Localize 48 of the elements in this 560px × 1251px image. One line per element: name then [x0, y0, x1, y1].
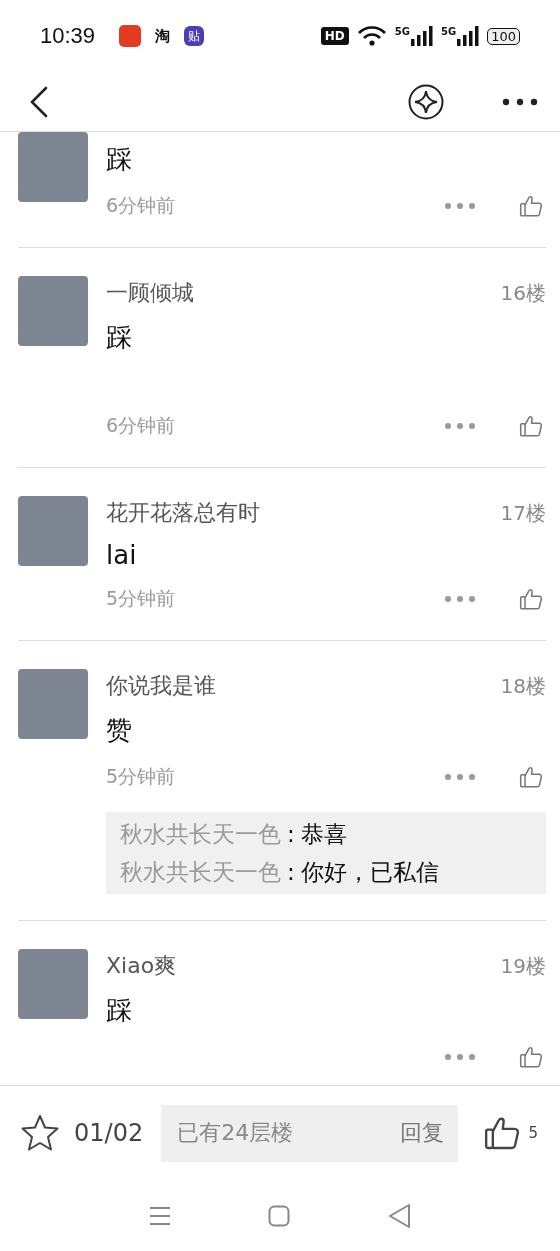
username[interactable]: 你说我是谁 — [106, 671, 216, 701]
like-icon[interactable] — [518, 193, 544, 219]
floor-number: 19楼 — [500, 952, 546, 980]
floor-number: 16楼 — [500, 279, 546, 307]
network-type: 5G — [441, 26, 457, 37]
notification-badge: 贴 — [184, 26, 205, 46]
reply-button[interactable]: 回复 — [400, 1118, 445, 1148]
like-icon[interactable] — [518, 413, 544, 439]
signal-icon — [411, 26, 433, 46]
post-text: 赞 — [106, 714, 133, 747]
triangle-icon[interactable] — [387, 1202, 412, 1229]
app-notification-icon — [119, 25, 142, 47]
reply-text: 你好，已私信 — [300, 858, 439, 887]
notification-glyph: 淘 — [155, 26, 171, 46]
separator: : — [287, 858, 295, 887]
page-indicator: 01/02 — [74, 1119, 144, 1147]
menu-icon[interactable] — [148, 1204, 171, 1227]
username[interactable]: Xiao爽 — [106, 951, 177, 981]
square-icon[interactable] — [268, 1204, 290, 1227]
post-time: 5分钟前 — [106, 586, 176, 611]
reply-field[interactable]: 已有24层楼 回复 — [161, 1104, 459, 1162]
post-text: 踩 — [106, 321, 133, 354]
coin-icon[interactable] — [408, 83, 444, 120]
floor-number: 17楼 — [500, 499, 546, 527]
post-time: 5分钟前 — [106, 764, 176, 789]
post-text: 踩 — [106, 994, 133, 1027]
post-time: 6分钟前 — [106, 413, 176, 438]
post-text: lai — [106, 540, 138, 570]
post-time: 6分钟前 — [106, 193, 176, 218]
username[interactable]: 一顾倾城 — [106, 278, 194, 308]
back-icon[interactable] — [28, 84, 50, 119]
separator: : — [287, 820, 295, 849]
more-icon[interactable] — [502, 97, 538, 106]
wifi-icon — [356, 25, 387, 47]
floor-number: 18楼 — [500, 672, 546, 700]
like-icon[interactable] — [518, 1044, 544, 1070]
reply-text: 恭喜 — [300, 820, 347, 849]
signal-icon — [457, 26, 480, 46]
battery-level: 100 — [487, 27, 520, 45]
like-icon[interactable] — [518, 764, 544, 790]
like-icon[interactable] — [518, 586, 544, 612]
hd-badge: HD — [320, 27, 349, 45]
status-time: 10:39 — [40, 23, 96, 49]
like-count: 5 — [528, 1124, 538, 1142]
username[interactable]: 花开花落总有时 — [106, 498, 260, 528]
star-icon[interactable] — [20, 1113, 60, 1153]
post-text: 踩 — [106, 143, 133, 176]
network-type: 5G — [394, 26, 410, 37]
